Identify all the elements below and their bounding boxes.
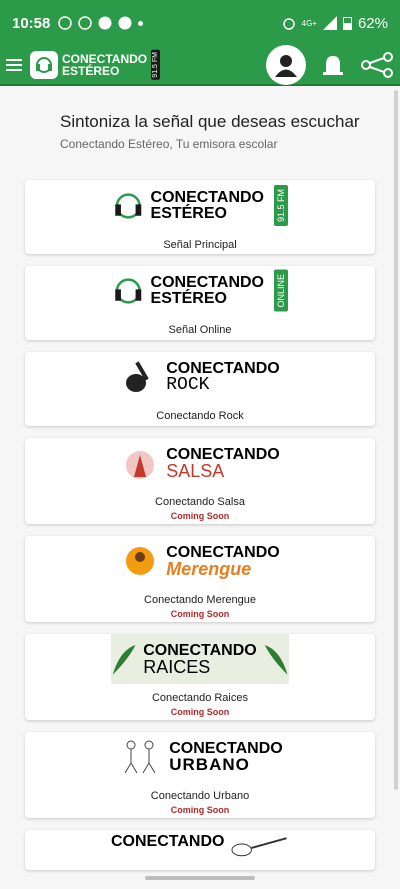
station-banner: CONECTANDO [111,830,289,870]
network-label: 4G+ [301,18,317,28]
battery-icon [342,17,352,30]
signal-icon [322,16,337,30]
dancers-icon [126,451,155,479]
station-list: CONECTANDO ESTÉREO 91.5 FM Señal Princip… [25,180,375,882]
facebook-icon [98,16,112,30]
station-label: Conectando Urbano [150,790,250,802]
station-banner: CONECTANDO RAICES [111,634,289,684]
station-card-raices[interactable]: CONECTANDO RAICES Conectando Raices Comi… [25,634,375,720]
station-card-partial[interactable]: CONECTANDO [25,830,375,870]
station-label: Señal Principal [163,239,237,251]
guitar-icon [231,837,288,857]
app-bar: CONECTANDO ESTÉREO 91.5 FM [0,45,400,86]
station-banner: CONECTANDO URBANO [115,732,285,782]
whatsapp-icon [58,16,73,30]
messenger-icon [118,16,132,30]
station-banner: CONECTANDO SALSA [115,438,285,488]
app-logo-text: CONECTANDO ESTÉREO [62,52,148,78]
station-card-online[interactable]: CONECTANDO ESTÉREO ONLINE Señal Online [25,266,375,340]
station-label: Conectando Raices [151,692,248,704]
station-banner: CONECTANDO ESTÉREO 91.5 FM [112,181,288,231]
station-label: Conectando Rock [156,410,244,422]
user-icon [275,55,297,77]
leaves-icon [112,645,136,675]
station-banner: CONECTANDO ROCK [115,352,285,402]
whatsapp-icon [78,16,93,30]
status-bar: 10:58 4G+ 62% [0,0,400,46]
menu-icon[interactable] [6,59,22,71]
page-heading: Sintoniza la señal que deseas escuchar C… [60,112,390,151]
headphones-logo-icon [115,193,142,219]
station-banner: CONECTANDO ESTÉREO ONLINE [112,266,288,316]
gesture-nav-bar[interactable] [145,876,255,880]
station-card-urbano[interactable]: CONECTANDO URBANO Conectando Urbano Comi… [25,732,375,818]
leaves-icon [264,645,288,675]
station-logo-icon [30,51,58,79]
profile-avatar-button[interactable] [266,45,306,85]
station-card-principal[interactable]: CONECTANDO ESTÉREO 91.5 FM Señal Princip… [25,180,375,254]
musicians-icon [126,547,155,575]
station-banner: CONECTANDO Merengue [115,536,285,586]
alarm-icon [282,18,295,30]
system-icons: 4G+ 62% [282,15,388,32]
station-card-merengue[interactable]: CONECTANDO Merengue Conectando Merengue … [25,536,375,622]
station-label: Conectando Salsa [155,496,245,508]
share-icon[interactable] [360,52,394,78]
station-label: Conectando Merengue [144,594,256,606]
logo-fm-badge: 91.5 FM [151,50,161,80]
coming-soon-badge: Coming Soon [170,707,230,717]
status-time: 10:58 [12,14,51,32]
coming-soon-badge: Coming Soon [170,805,230,815]
scrollbar[interactable] [394,90,398,790]
bell-icon[interactable] [320,52,346,78]
notification-icons [58,16,144,30]
guitar-icon [126,361,149,392]
station-card-rock[interactable]: CONECTANDO ROCK Conectando Rock [25,352,375,426]
coming-soon-badge: Coming Soon [170,511,230,521]
more-dot-icon [138,20,144,26]
station-label: Señal Online [168,324,232,336]
station-card-salsa[interactable]: CONECTANDO SALSA Conectando Salsa Coming… [25,438,375,524]
page-title: Sintoniza la señal que deseas escuchar [60,112,360,131]
dancer-sketch-icon [124,740,156,774]
battery-label: 62% [357,14,388,32]
coming-soon-badge: Coming Soon [170,609,230,619]
headphones-logo-icon [115,278,142,304]
page-subtitle: Conectando Estéreo, Tu emisora escolar [60,137,278,151]
